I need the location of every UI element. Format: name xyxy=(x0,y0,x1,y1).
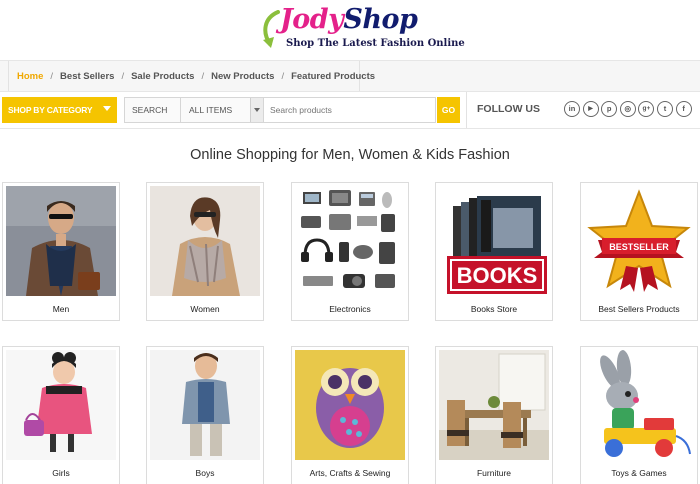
nav-link-best-sellers[interactable]: Best Sellers xyxy=(60,71,114,82)
category-card-men[interactable]: Men xyxy=(2,182,120,321)
girls-image[interactable] xyxy=(6,350,116,460)
category-card-best-sellers[interactable]: BESTSELLER Best Sellers Products xyxy=(580,182,698,321)
category-label: Books Store xyxy=(470,304,518,314)
google-plus-icon[interactable]: g+ xyxy=(638,101,655,117)
pinterest-icon[interactable]: p xyxy=(601,101,618,117)
category-card-arts-crafts[interactable]: Arts, Crafts & Sewing xyxy=(291,346,409,484)
nav-separator: / xyxy=(201,70,205,82)
category-label: Boys xyxy=(195,468,215,478)
chevron-down-icon xyxy=(103,106,111,111)
facebook-icon[interactable]: f xyxy=(675,101,692,117)
logo-tagline: Shop The Latest Fashion Online xyxy=(286,38,465,49)
follow-us-section: FOLLOW US in ▶ p ◎ g+ t f xyxy=(466,92,700,128)
search-input[interactable] xyxy=(264,98,435,122)
search-bar: SEARCH ALL ITEMS xyxy=(124,97,436,123)
breadcrumb-nav: Home / Best Sellers / Sale Products / Ne… xyxy=(8,61,375,91)
dropdown-arrow-icon[interactable] xyxy=(250,98,263,122)
category-card-boys[interactable]: Boys xyxy=(146,346,264,484)
nav-separator: / xyxy=(281,70,285,82)
logo-word-jody: Jody xyxy=(280,4,344,35)
category-label: Men xyxy=(52,304,70,314)
search-category-value: ALL ITEMS xyxy=(189,105,233,115)
books-image[interactable]: BOOKS xyxy=(439,186,549,296)
social-icons: in ▶ p ◎ g+ t f xyxy=(564,101,694,117)
category-label: Best Sellers Products xyxy=(598,304,680,314)
nav-separator: / xyxy=(50,70,54,82)
men-image[interactable] xyxy=(6,186,116,296)
twitter-icon[interactable]: t xyxy=(656,101,673,117)
category-label: Girls xyxy=(52,468,70,478)
nav-link-new-products[interactable]: New Products xyxy=(211,71,274,82)
nav-link-home[interactable]: Home xyxy=(17,71,43,82)
site-logo[interactable]: JodyShop Shop The Latest Fashion Online xyxy=(258,4,465,52)
nav-link-featured-products[interactable]: Featured Products xyxy=(291,71,375,82)
bestseller-image[interactable]: BESTSELLER xyxy=(584,186,694,296)
books-badge-text: BOOKS xyxy=(457,263,538,288)
shop-by-category-label: SHOP BY CATEGORY xyxy=(8,105,93,115)
page-heading: Online Shopping for Men, Women & Kids Fa… xyxy=(190,147,510,163)
electronics-image[interactable] xyxy=(295,186,405,296)
follow-us-label: FOLLOW US xyxy=(477,103,540,115)
category-label: Toys & Games xyxy=(611,468,667,478)
youtube-icon[interactable]: ▶ xyxy=(582,101,599,117)
category-card-furniture[interactable]: Furniture xyxy=(435,346,553,484)
logo-word-shop: Shop xyxy=(343,4,418,35)
nav-link-sale-products[interactable]: Sale Products xyxy=(131,71,194,82)
bestseller-badge-text: BESTSELLER xyxy=(609,242,669,252)
search-category-select[interactable]: ALL ITEMS xyxy=(181,98,264,122)
logo-wordmark: JodyShop xyxy=(280,4,418,35)
linkedin-icon[interactable]: in xyxy=(564,101,580,117)
category-card-girls[interactable]: Girls xyxy=(2,346,120,484)
shop-by-category-button[interactable]: SHOP BY CATEGORY xyxy=(2,97,117,123)
nav-separator: / xyxy=(121,70,125,82)
category-label: Arts, Crafts & Sewing xyxy=(309,468,391,478)
search-go-button[interactable]: GO xyxy=(437,97,460,123)
category-card-electronics[interactable]: Electronics xyxy=(291,182,409,321)
women-image[interactable] xyxy=(150,186,260,296)
category-label: Women xyxy=(190,304,220,314)
category-card-women[interactable]: Women xyxy=(146,182,264,321)
top-navigation: Home / Best Sellers / Sale Products / Ne… xyxy=(0,60,700,92)
header-divider xyxy=(0,128,700,129)
boys-image[interactable] xyxy=(150,350,260,460)
toys-image[interactable] xyxy=(584,350,694,460)
category-card-books-store[interactable]: BOOKS Books Store xyxy=(435,182,553,321)
instagram-icon[interactable]: ◎ xyxy=(619,101,636,117)
category-card-toys-games[interactable]: Toys & Games xyxy=(580,346,698,484)
furniture-image[interactable] xyxy=(439,350,549,460)
search-label: SEARCH xyxy=(125,98,181,122)
category-label: Furniture xyxy=(476,468,511,478)
category-label: Electronics xyxy=(329,304,371,314)
arts-crafts-image[interactable] xyxy=(295,350,405,460)
